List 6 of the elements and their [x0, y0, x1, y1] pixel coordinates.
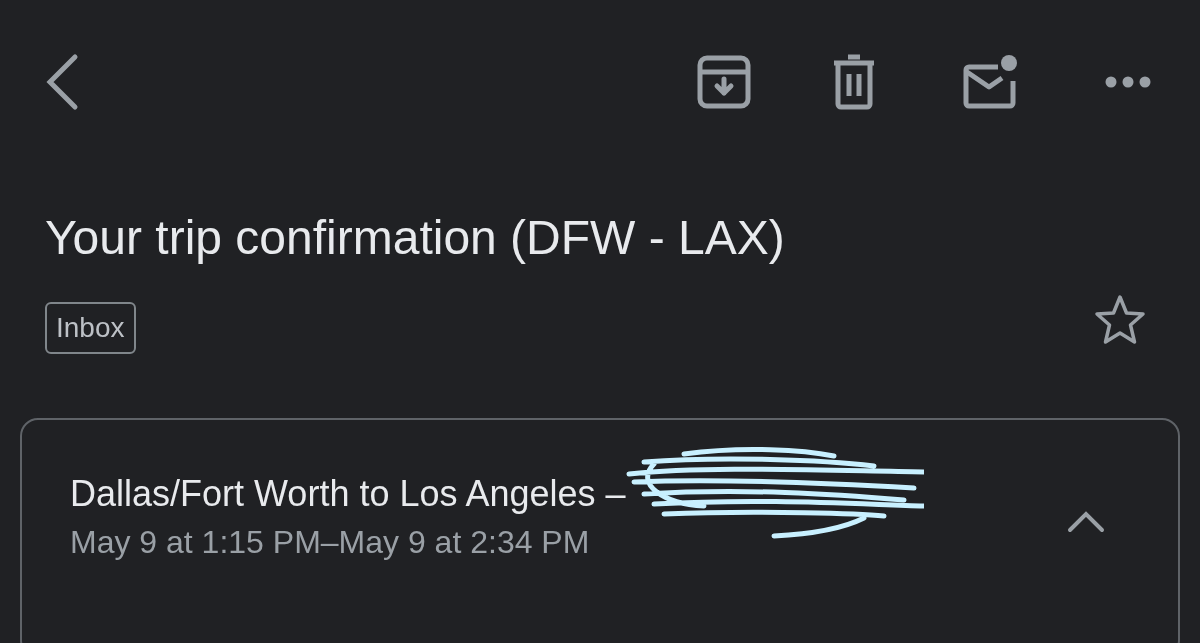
archive-button[interactable]: [696, 54, 752, 110]
mark-unread-button[interactable]: [962, 53, 1020, 111]
trip-title: Dallas/Fort Worth to Los Angeles –: [70, 472, 626, 516]
email-subject: Your trip confirmation (DFW - LAX): [45, 210, 786, 266]
trip-times: May 9 at 1:15 PM–May 9 at 2:34 PM: [70, 523, 591, 562]
inbox-label[interactable]: Inbox: [45, 302, 136, 354]
